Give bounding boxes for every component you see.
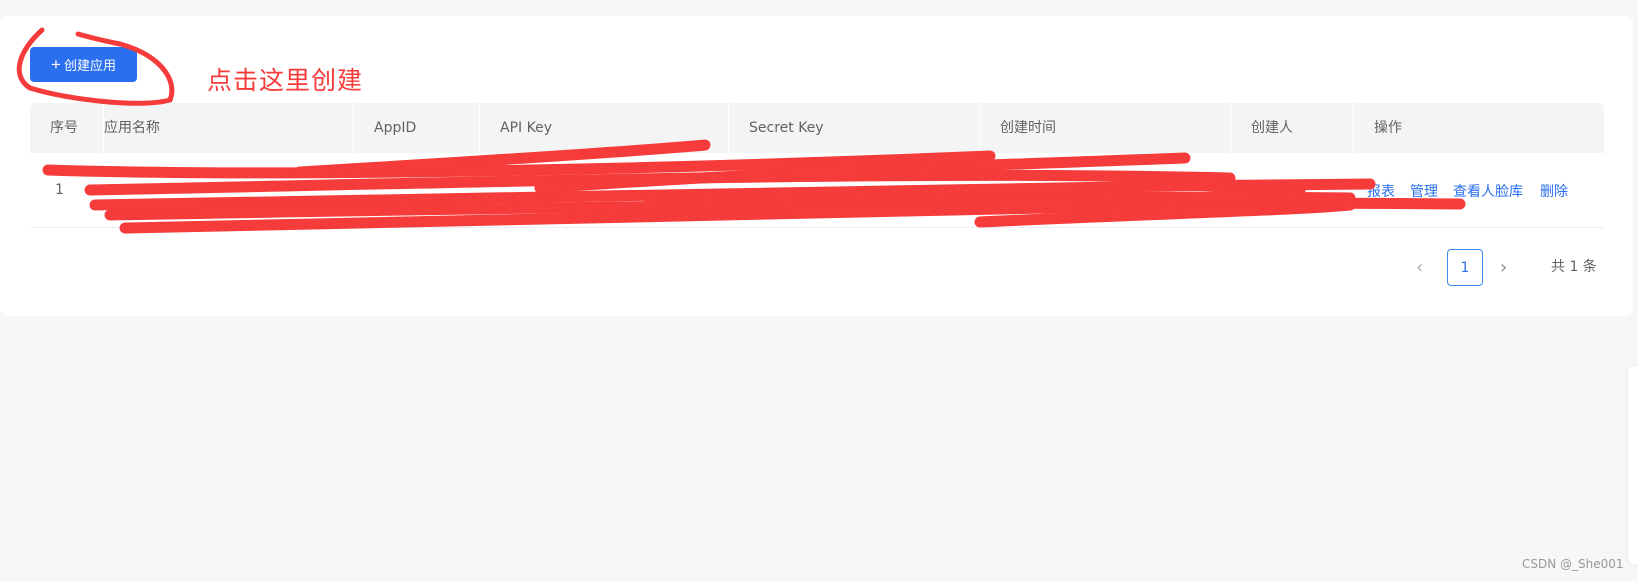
table-row: 1 报表 管理 查看人脸库 删除 — [30, 153, 1604, 228]
col-appid: AppID — [354, 103, 480, 153]
col-index: 序号 — [30, 103, 104, 153]
create-app-button[interactable]: + 创建应用 — [30, 47, 137, 82]
annotation-text: 点击这里创建 — [207, 66, 364, 95]
col-secret-key: Secret Key — [729, 103, 980, 153]
col-created-time: 创建时间 — [980, 103, 1231, 153]
delete-link[interactable]: 删除 — [1540, 181, 1568, 201]
plus-icon: + — [51, 54, 61, 74]
manage-link[interactable]: 管理 — [1410, 181, 1438, 201]
total-count: 共 1 条 — [1551, 259, 1597, 275]
col-creator: 创建人 — [1231, 103, 1354, 153]
col-app-name: 应用名称 — [104, 103, 354, 153]
side-panel-edge — [1628, 366, 1638, 564]
col-api-key: API Key — [480, 103, 729, 153]
report-link[interactable]: 报表 — [1367, 181, 1395, 201]
row-index: 1 — [55, 182, 64, 198]
chevron-right-icon[interactable]: › — [1500, 249, 1507, 286]
chevron-left-icon[interactable]: ‹ — [1416, 249, 1423, 286]
view-face-library-link[interactable]: 查看人脸库 — [1453, 181, 1523, 201]
col-actions: 操作 — [1374, 120, 1402, 136]
page-1-button[interactable]: 1 — [1447, 249, 1483, 286]
table-header: 序号 应用名称 AppID API Key Secret Key 创建时间 创建… — [30, 103, 1604, 153]
watermark: CSDN @_She001 — [1522, 557, 1624, 571]
